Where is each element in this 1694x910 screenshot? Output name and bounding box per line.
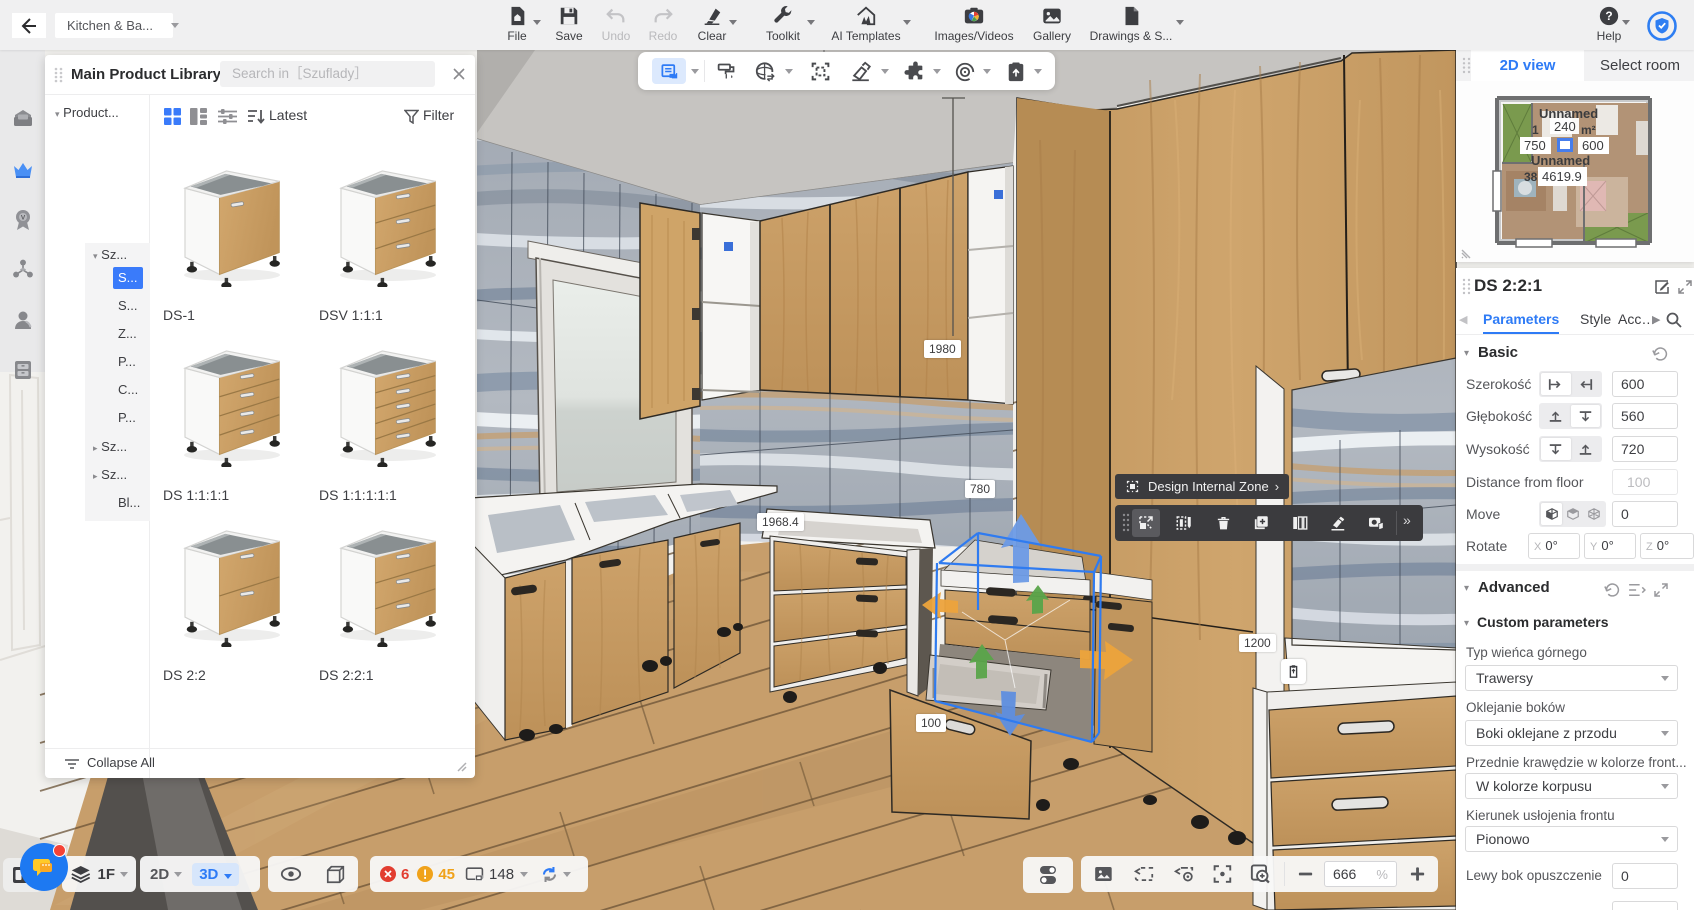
svg-text:750: 750: [1524, 138, 1546, 153]
svg-text:240: 240: [1554, 119, 1576, 134]
svg-text:Unnamed: Unnamed: [1531, 153, 1590, 168]
svg-text:4619.9: 4619.9: [1542, 169, 1582, 184]
svg-text:m²: m²: [1581, 123, 1596, 137]
svg-text:38: 38: [1524, 170, 1538, 184]
svg-text:?: ?: [1605, 9, 1612, 23]
svg-text:600: 600: [1582, 138, 1604, 153]
svg-text:1: 1: [1532, 123, 1539, 137]
svg-text:V: V: [21, 215, 26, 222]
